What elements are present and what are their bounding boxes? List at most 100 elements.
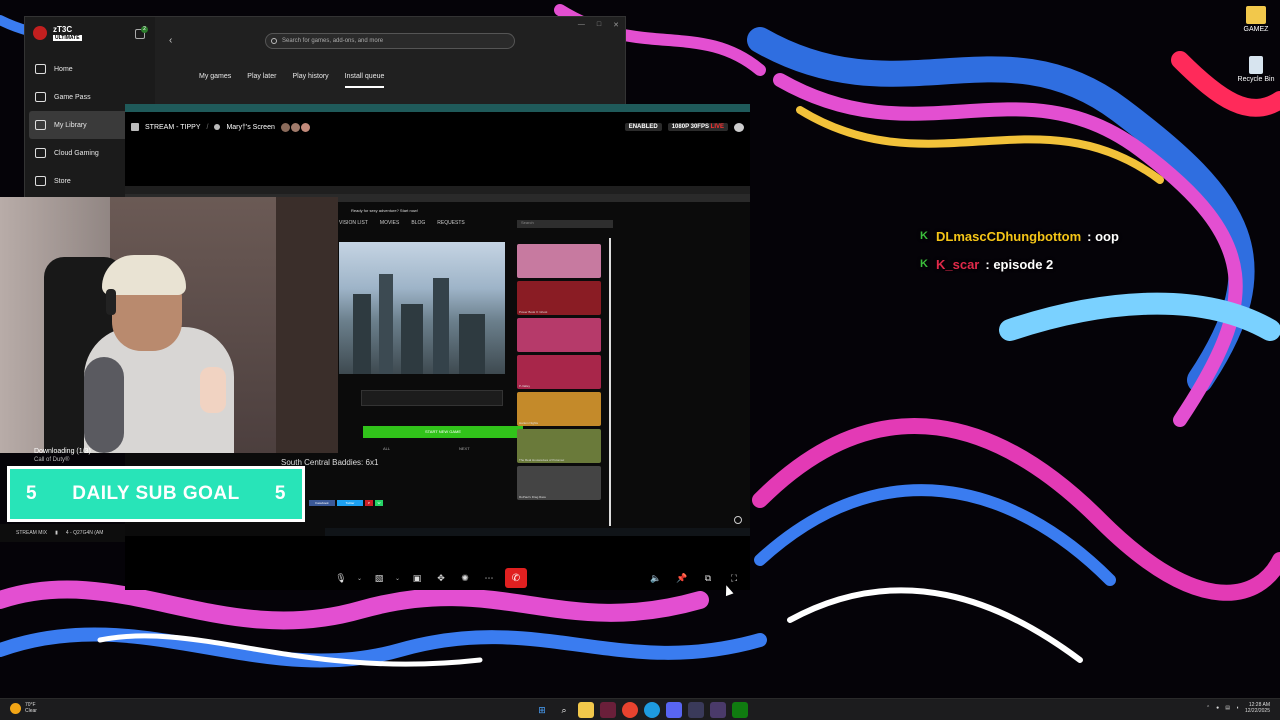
chrome-icon[interactable] — [622, 702, 638, 718]
discord-icon[interactable] — [666, 702, 682, 718]
share-buttons: Facebook Twitter P W — [309, 500, 383, 506]
notification-count: 2 — [141, 26, 148, 33]
quality-badge: 1080P 30FPS LIVE — [667, 123, 728, 131]
taskbar-apps: ⊞ ⌕ — [534, 702, 748, 718]
app-icon[interactable] — [710, 702, 726, 718]
app-icon[interactable] — [688, 702, 704, 718]
recycle-bin-icon — [1249, 56, 1263, 74]
file-explorer-icon[interactable] — [578, 702, 594, 718]
kick-badge-icon: K — [920, 230, 928, 242]
search-input[interactable]: Search for games, add-ons, and more — [265, 33, 515, 49]
stream-controls: 🎙 ⌄ ▧ ⌄ ▣ ✥ ✺ ⋯ ✆ — [333, 568, 527, 588]
video-thumbnail[interactable] — [339, 242, 505, 374]
chevron-down-icon[interactable]: ⌄ — [357, 575, 363, 582]
window-controls: — □ ✕ — [578, 21, 619, 29]
site-nav-item[interactable]: MOVIES — [380, 220, 399, 226]
close-icon[interactable]: ✕ — [613, 21, 619, 29]
chat-message: K K_scar : episode 2 — [920, 250, 1119, 278]
site-tagline: Ready for sexy adventure? Start now! — [351, 208, 418, 213]
chat-bubble-icon[interactable] — [734, 122, 744, 132]
microphone-icon[interactable]: 🎙 — [333, 570, 349, 586]
webcam-feed — [0, 197, 338, 453]
side-list: Power Book II: Ghost P-Valley Harlem Night… — [517, 244, 601, 503]
chat-message: K DLmascCDhungbottom : oop — [920, 222, 1119, 250]
weather-widget[interactable]: 70°F Clear — [10, 702, 37, 714]
avatar — [33, 26, 47, 40]
sub-goal-banner: 5 DAILY SUB GOAL 5 — [7, 466, 305, 522]
speaker-icon: ▮ — [55, 530, 58, 536]
share-button[interactable]: W — [375, 500, 383, 506]
list-item[interactable]: The Real Housewives of Potomac — [517, 429, 601, 463]
profile[interactable]: zT3C ULTIMATE — [33, 25, 82, 41]
volume-icon[interactable]: ◖ — [1236, 705, 1239, 711]
search-icon[interactable]: ⌕ — [556, 702, 572, 718]
minimize-icon[interactable]: — — [578, 21, 585, 29]
xbox-icon[interactable] — [732, 702, 748, 718]
network-icon[interactable]: ▤ — [1225, 705, 1230, 711]
cloud-icon — [35, 148, 46, 158]
list-item[interactable] — [517, 244, 601, 278]
screen-share-icon — [131, 123, 139, 131]
start-icon[interactable]: ⊞ — [534, 702, 550, 718]
list-item[interactable]: Harlem Nights — [517, 392, 601, 426]
clock[interactable]: 12:28 AM 12/22/2025 — [1245, 702, 1270, 714]
library-tabs: My games Play later Play history Install… — [199, 73, 385, 88]
chevron-up-icon[interactable]: ⌃ — [1206, 705, 1210, 711]
site-nav-item[interactable]: BLOG — [411, 220, 425, 226]
gamertag: zT3C — [53, 25, 73, 34]
more-icon[interactable]: ⋯ — [481, 570, 497, 586]
disconnect-button[interactable]: ✆ — [505, 568, 527, 588]
chat-username: DLmascCDhungbottom — [936, 228, 1082, 244]
avatar — [300, 122, 310, 132]
system-tray: ⌃ ● ▤ ◖ 12:28 AM 12/22/2025 — [1206, 702, 1270, 714]
chat-username: K_scar — [936, 256, 980, 272]
list-item[interactable]: P-Valley — [517, 355, 601, 389]
site-nav-item[interactable]: REQUESTS — [437, 220, 465, 226]
library-icon — [35, 120, 46, 130]
start-new-game-button[interactable]: START NEW GAME — [363, 426, 523, 438]
pop-out-icon[interactable]: ⧉ — [700, 570, 716, 586]
activities-icon[interactable]: ✥ — [433, 570, 449, 586]
start-left-link[interactable]: ALL — [383, 446, 390, 451]
share-button[interactable]: Twitter — [337, 500, 363, 506]
stream-channel: STREAM - TIPPY — [145, 123, 201, 131]
list-item[interactable]: Power Book II: Ghost — [517, 281, 601, 315]
sub-goal-target: 5 — [274, 483, 286, 504]
chat-overlay: K DLmascCDhungbottom : oop K K_scar : ep… — [920, 222, 1119, 278]
list-item[interactable] — [517, 318, 601, 352]
edge-icon[interactable] — [644, 702, 660, 718]
stream-mix-bar: STREAM MIX ▮ 4 - Q27G4N (AM — [0, 524, 125, 542]
chat-text: : episode 2 — [985, 256, 1054, 272]
mic-icon[interactable]: ● — [1216, 705, 1219, 711]
tab-play-later[interactable]: Play later — [247, 73, 276, 88]
tab-my-games[interactable]: My games — [199, 73, 231, 88]
video-panel — [361, 390, 503, 406]
site-search-input[interactable]: Search — [517, 220, 613, 228]
home-icon — [35, 64, 46, 74]
soundboard-icon[interactable]: ✺ — [457, 570, 473, 586]
site-nav-item[interactable]: VISION LIST — [339, 220, 368, 226]
share-button[interactable]: P — [365, 500, 373, 506]
desktop-icon-gamez[interactable]: GAMEZ — [1236, 6, 1276, 33]
start-right-link[interactable]: NEXT — [459, 446, 470, 451]
screen-share-icon[interactable]: ▣ — [409, 570, 425, 586]
zoom-icon[interactable] — [734, 516, 742, 524]
taskbar: 70°F Clear ⊞ ⌕ ⌃ ● ▤ ◖ 12:28 AM 12/22/20… — [0, 698, 1280, 720]
scrollbar[interactable] — [609, 238, 611, 526]
ultimate-badge: ULTIMATE — [53, 35, 82, 41]
chevron-down-icon[interactable]: ⌄ — [395, 575, 401, 582]
app-icon[interactable] — [600, 702, 616, 718]
weather-icon — [10, 702, 21, 714]
list-item[interactable]: RuPaul's Drag Race — [517, 466, 601, 500]
tab-install-queue[interactable]: Install queue — [344, 73, 385, 88]
tab-play-history[interactable]: Play history — [292, 73, 328, 88]
avatar — [280, 122, 290, 132]
nav-item-home[interactable]: Home — [29, 55, 151, 83]
pin-icon[interactable]: 📌 — [674, 570, 690, 586]
share-button[interactable]: Facebook — [309, 500, 335, 506]
back-arrow-icon[interactable]: ‹ — [169, 35, 172, 46]
desktop-icon-recycle-bin[interactable]: Recycle Bin — [1236, 56, 1276, 83]
maximize-icon[interactable]: □ — [597, 21, 601, 29]
camera-off-icon[interactable]: ▧ — [371, 570, 387, 586]
volume-icon[interactable]: 🔈 — [648, 570, 664, 586]
